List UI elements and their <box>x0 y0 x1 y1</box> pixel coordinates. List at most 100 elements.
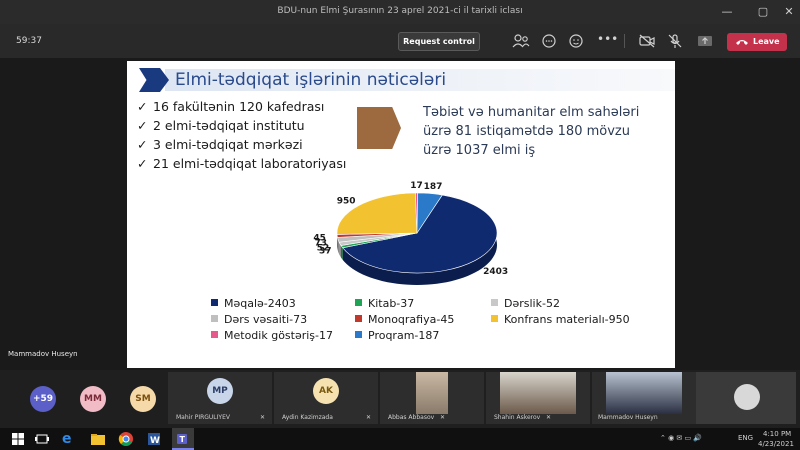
legend-row: Dərs vəsaiti-73 Monoqrafiya-45 Konfrans … <box>211 313 671 329</box>
legend-swatch <box>211 315 218 322</box>
reactions-icon[interactable] <box>568 33 586 49</box>
teams-app-icon: T <box>177 434 187 444</box>
share-screen-icon[interactable] <box>696 33 714 49</box>
minimize-button[interactable]: — <box>714 4 740 20</box>
participants-icon[interactable] <box>512 33 530 49</box>
clock-time[interactable]: 4:10 PM <box>763 430 791 438</box>
more-options-icon[interactable]: ••• <box>597 33 618 49</box>
maximize-button[interactable]: ▢ <box>750 4 776 20</box>
chrome-browser-icon[interactable] <box>118 431 134 447</box>
title-bar: BDU-nun Elmi Şurasının 23 aprel 2021-ci … <box>0 0 800 24</box>
legend-row: Məqalə-2403 Kitab-37 Dərslik-52 <box>211 297 671 313</box>
legend-item: Məqalə-2403 <box>211 297 296 310</box>
participant-name: Aydin Kazimzada <box>282 414 333 421</box>
mic-muted-icon: ✕ <box>260 414 266 421</box>
legend-label: Monoqrafiya-45 <box>368 313 455 326</box>
pie-chart: 24033752734595017 187 <box>313 181 508 285</box>
toolbar-separator <box>624 34 625 48</box>
participant-video <box>416 372 448 414</box>
participant-avatar[interactable]: MM <box>80 386 106 412</box>
language-indicator[interactable]: ENG <box>738 434 753 442</box>
self-avatar <box>734 384 760 410</box>
legend-swatch <box>491 315 498 322</box>
windows-start-icon[interactable] <box>10 431 26 447</box>
legend-label: Konfrans materialı-950 <box>504 313 630 326</box>
legend-label: Proqram-187 <box>368 329 440 342</box>
legend-item: Dərslik-52 <box>491 297 560 310</box>
pie-value-label: 187 <box>424 182 443 192</box>
legend-label: Metodik göstəriş-17 <box>224 329 334 342</box>
check-icon: ✓ <box>137 156 148 171</box>
summary-line: Təbiət və humanitar elm sahələri <box>423 105 640 120</box>
shared-screen-stage: Elmi-tədqiqat işlərinin nəticələri ✓ 16 f… <box>0 58 800 370</box>
brown-arrow-shape <box>357 107 401 149</box>
task-view-icon[interactable] <box>34 431 50 447</box>
leave-button[interactable]: Leave <box>727 33 787 51</box>
participant-video <box>606 372 682 414</box>
participant-tile[interactable]: Mammadov Huseyn <box>592 372 696 424</box>
participant-name: Mammadov Huseyn <box>598 414 658 421</box>
presentation-slide: Elmi-tədqiqat işlərinin nəticələri ✓ 16 f… <box>127 61 675 368</box>
legend-swatch <box>211 299 218 306</box>
meeting-toolbar: 59:37 Request control ••• Leave <box>0 24 800 58</box>
legend-item: Monoqrafiya-45 <box>355 313 454 326</box>
legend-row: Metodik göstəriş-17 Proqram-187 <box>211 329 671 345</box>
check-icon: ✓ <box>137 118 148 133</box>
mic-muted-icon: ✕ <box>546 414 552 421</box>
leave-label: Leave <box>753 37 780 46</box>
participant-tile[interactable]: MP Mahir PIRGULIYEV ✕ <box>168 372 272 424</box>
legend-label: Dərslik-52 <box>504 297 560 310</box>
file-explorer-icon[interactable] <box>90 431 106 447</box>
legend-item: Kitab-37 <box>355 297 414 310</box>
presenter-name-label: Mammadov Huseyn <box>8 350 78 358</box>
legend-swatch <box>211 331 218 338</box>
legend-item: Dərs vəsaiti-73 <box>211 313 307 326</box>
check-icon: ✓ <box>137 99 148 114</box>
check-icon: ✓ <box>137 137 148 152</box>
participant-avatar: AK <box>313 378 339 404</box>
self-view-tile <box>696 372 796 424</box>
participant-name: Shahin Askerov <box>494 414 541 421</box>
mic-muted-icon: ✕ <box>366 414 372 421</box>
participant-video <box>500 372 576 414</box>
participant-tile[interactable]: Abbas Abbasov ✕ <box>380 372 484 424</box>
bullet-item: ✓ 3 elmi-tədqiqat mərkəzi <box>137 135 346 154</box>
participant-name: Abbas Abbasov <box>388 414 435 421</box>
mic-off-icon[interactable] <box>666 33 684 49</box>
participant-avatar: MP <box>207 378 233 404</box>
mic-muted-icon: ✕ <box>440 414 446 421</box>
meeting-timer: 59:37 <box>16 36 42 46</box>
legend-swatch <box>491 299 498 306</box>
clock-date[interactable]: 4/23/2021 <box>758 440 794 448</box>
legend-item: Konfrans materialı-950 <box>491 313 630 326</box>
legend-label: Məqalə-2403 <box>224 297 296 310</box>
participant-tile[interactable]: Shahin Askerov ✕ <box>486 372 590 424</box>
summary-line: üzrə 81 istiqamətdə 180 mövzu <box>423 124 630 139</box>
edge-browser-icon[interactable]: e <box>62 431 78 447</box>
more-participants-button[interactable]: +59 <box>30 386 56 412</box>
bullet-list: ✓ 16 fakültənin 120 kafedrası ✓ 2 elmi-təd… <box>137 97 346 173</box>
bullet-text: 3 elmi-tədqiqat mərkəzi <box>153 137 303 152</box>
svg-text:T: T <box>180 435 186 444</box>
bullet-text: 21 elmi-tədqiqat laboratoriyası <box>153 156 347 171</box>
slide-header: Elmi-tədqiqat işlərinin nəticələri <box>135 67 675 92</box>
svg-text:W: W <box>150 436 160 446</box>
chat-icon[interactable] <box>540 33 558 49</box>
legend-item: Metodik göstəriş-17 <box>211 329 333 342</box>
participant-avatar[interactable]: SM <box>130 386 156 412</box>
legend-label: Kitab-37 <box>368 297 415 310</box>
teams-taskbar-button[interactable]: T <box>172 428 194 450</box>
bullet-text: 16 fakültənin 120 kafedrası <box>153 99 325 114</box>
legend-label: Dərs vəsaiti-73 <box>224 313 308 326</box>
system-tray-icons[interactable]: ⌃ ◉ ✉ ▭ 🔊 <box>660 434 702 442</box>
camera-off-icon[interactable] <box>638 33 656 49</box>
participant-tile[interactable]: AK Aydin Kazimzada ✕ <box>274 372 378 424</box>
bullet-item: ✓ 2 elmi-tədqiqat institutu <box>137 116 346 135</box>
word-app-icon[interactable]: W <box>146 431 162 447</box>
bullet-text: 2 elmi-tədqiqat institutu <box>153 118 305 133</box>
slide-title: Elmi-tədqiqat işlərinin nəticələri <box>175 70 447 90</box>
bullet-item: ✓ 21 elmi-tədqiqat laboratoriyası <box>137 154 346 173</box>
request-control-button[interactable]: Request control <box>398 32 480 51</box>
close-button[interactable]: ✕ <box>776 4 800 20</box>
chart-legend: Məqalə-2403 Kitab-37 Dərslik-52 Dərs vəs… <box>211 297 671 345</box>
